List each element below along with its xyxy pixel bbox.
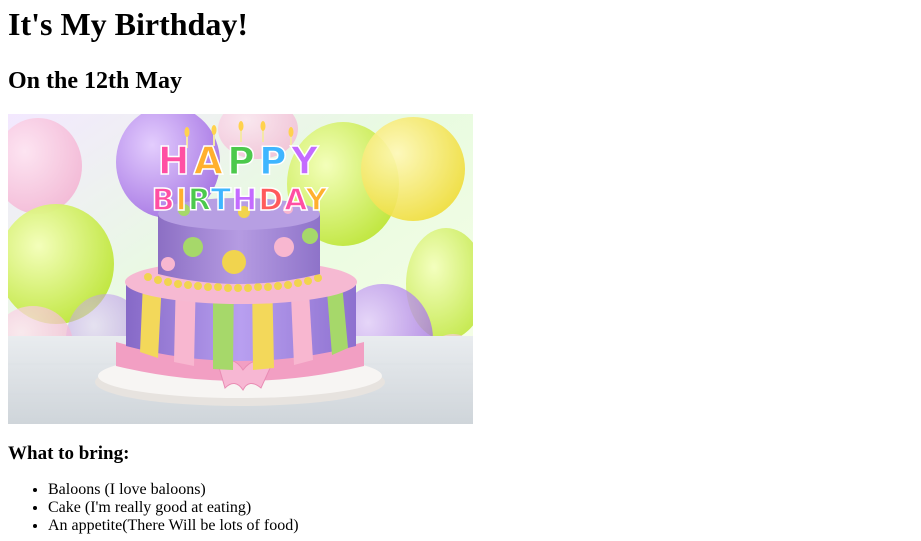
list-item: Baloons (I love baloons): [48, 481, 913, 499]
birthday-cake-image: HAPPY BIRTHDAY: [8, 114, 473, 424]
happy-topper-text: HAPPY: [158, 139, 322, 183]
bring-heading: What to bring:: [8, 443, 130, 464]
page-subtitle: On the 12th May: [8, 68, 182, 94]
list-item: An appetite(There Will be lots of food): [48, 517, 913, 535]
page-content: It's My Birthday! On the 12th May HAPPY …: [0, 0, 921, 535]
list-item: Cake (I'm really good at eating): [48, 499, 913, 517]
bring-list: Baloons (I love baloons) Cake (I'm reall…: [8, 481, 913, 535]
page-title: It's My Birthday!: [8, 6, 248, 42]
birthday-topper-text: BIRTHDAY: [152, 183, 329, 218]
